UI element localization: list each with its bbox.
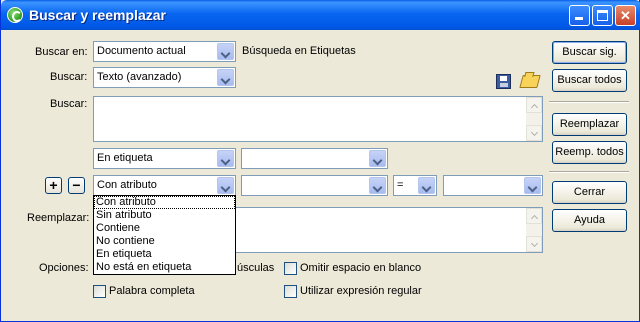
separator bbox=[549, 171, 629, 173]
remove-condition-button[interactable]: − bbox=[68, 177, 85, 194]
dropdown-option[interactable]: Sin atributo bbox=[94, 209, 235, 222]
chevron-down-icon bbox=[369, 177, 386, 194]
regex-label: Utilizar expresión regular bbox=[300, 285, 422, 297]
close-icon: ✕ bbox=[620, 8, 631, 23]
app-icon bbox=[7, 7, 23, 23]
scroll-up-icon[interactable] bbox=[526, 97, 542, 113]
find-all-button[interactable]: Buscar todos bbox=[552, 69, 627, 92]
match-case-label: úsculas bbox=[237, 262, 275, 274]
regex-checkbox[interactable] bbox=[284, 285, 297, 298]
chevron-down-icon bbox=[217, 177, 234, 194]
window-title: Buscar y reemplazar bbox=[29, 7, 166, 23]
replace-label: Reemplazar: bbox=[27, 212, 90, 224]
search-type-label: Buscar: bbox=[50, 71, 88, 83]
whole-word-checkbox[interactable] bbox=[93, 285, 106, 298]
search-scrollbar[interactable] bbox=[526, 97, 542, 141]
find-next-button[interactable]: Buscar sig. bbox=[552, 41, 627, 64]
chevron-down-icon bbox=[217, 43, 234, 60]
tag-name-select[interactable] bbox=[241, 148, 388, 169]
dropdown-option[interactable]: En etiqueta bbox=[94, 248, 235, 261]
search-textarea[interactable] bbox=[93, 96, 543, 142]
title-bar[interactable]: Buscar y reemplazar ✕ bbox=[1, 0, 640, 30]
replace-button[interactable]: Reemplazar bbox=[552, 113, 627, 136]
chevron-down-icon bbox=[217, 69, 234, 86]
tag-condition-select[interactable]: En etiqueta bbox=[93, 148, 236, 169]
separator bbox=[549, 101, 629, 103]
chevron-down-icon bbox=[217, 150, 234, 167]
ignore-whitespace-label: Omitir espacio en blanco bbox=[300, 262, 422, 274]
search-in-label: Buscar en: bbox=[35, 46, 88, 58]
search-in-description: Búsqueda en Etiquetas bbox=[242, 45, 356, 57]
dropdown-option[interactable]: Contiene bbox=[94, 222, 235, 235]
dropdown-option[interactable]: Con atributo bbox=[94, 196, 235, 209]
replace-scrollbar[interactable] bbox=[526, 208, 542, 252]
search-type-value: Texto (avanzado) bbox=[97, 71, 182, 83]
find-replace-dialog: Buscar y reemplazar ✕ Buscar en: Documen… bbox=[0, 0, 640, 322]
attr-condition-value: Con atributo bbox=[97, 179, 157, 191]
minimize-button[interactable] bbox=[569, 5, 590, 26]
help-button[interactable]: Ayuda bbox=[552, 209, 627, 232]
open-folder-icon[interactable] bbox=[519, 75, 541, 88]
attr-value-select[interactable] bbox=[443, 175, 543, 196]
search-type-select[interactable]: Texto (avanzado) bbox=[93, 67, 236, 88]
search-in-select[interactable]: Documento actual bbox=[93, 41, 236, 62]
replace-all-button[interactable]: Reemp. todos bbox=[552, 141, 627, 164]
ignore-whitespace-checkbox[interactable] bbox=[284, 262, 297, 275]
maximize-button[interactable] bbox=[592, 5, 613, 26]
options-label: Opciones: bbox=[39, 262, 89, 274]
minimize-icon bbox=[575, 17, 583, 20]
search-in-value: Documento actual bbox=[97, 45, 186, 57]
chevron-down-icon bbox=[418, 177, 435, 194]
add-condition-button[interactable]: + bbox=[45, 177, 62, 194]
attr-condition-select[interactable]: Con atributo bbox=[93, 175, 236, 196]
operator-select[interactable]: = bbox=[393, 175, 437, 196]
scroll-down-icon[interactable] bbox=[526, 125, 542, 141]
dropdown-option[interactable]: No contiene bbox=[94, 235, 235, 248]
maximize-icon bbox=[597, 10, 608, 21]
attr-condition-dropdown-list[interactable]: Con atributo Sin atributo Contiene No co… bbox=[93, 195, 236, 275]
tag-condition-value: En etiqueta bbox=[97, 152, 153, 164]
dropdown-option[interactable]: No está en etiqueta bbox=[94, 261, 235, 274]
chevron-down-icon bbox=[369, 150, 386, 167]
save-icon[interactable] bbox=[496, 74, 511, 89]
close-button[interactable]: Cerrar bbox=[552, 181, 627, 204]
close-window-button[interactable]: ✕ bbox=[615, 5, 636, 26]
chevron-down-icon bbox=[524, 177, 541, 194]
attr-name-select[interactable] bbox=[241, 175, 388, 196]
operator-value: = bbox=[397, 179, 404, 191]
search-text-label: Buscar: bbox=[50, 98, 88, 110]
scroll-down-icon[interactable] bbox=[526, 236, 542, 252]
scroll-up-icon[interactable] bbox=[526, 208, 542, 224]
whole-word-label: Palabra completa bbox=[109, 285, 195, 297]
